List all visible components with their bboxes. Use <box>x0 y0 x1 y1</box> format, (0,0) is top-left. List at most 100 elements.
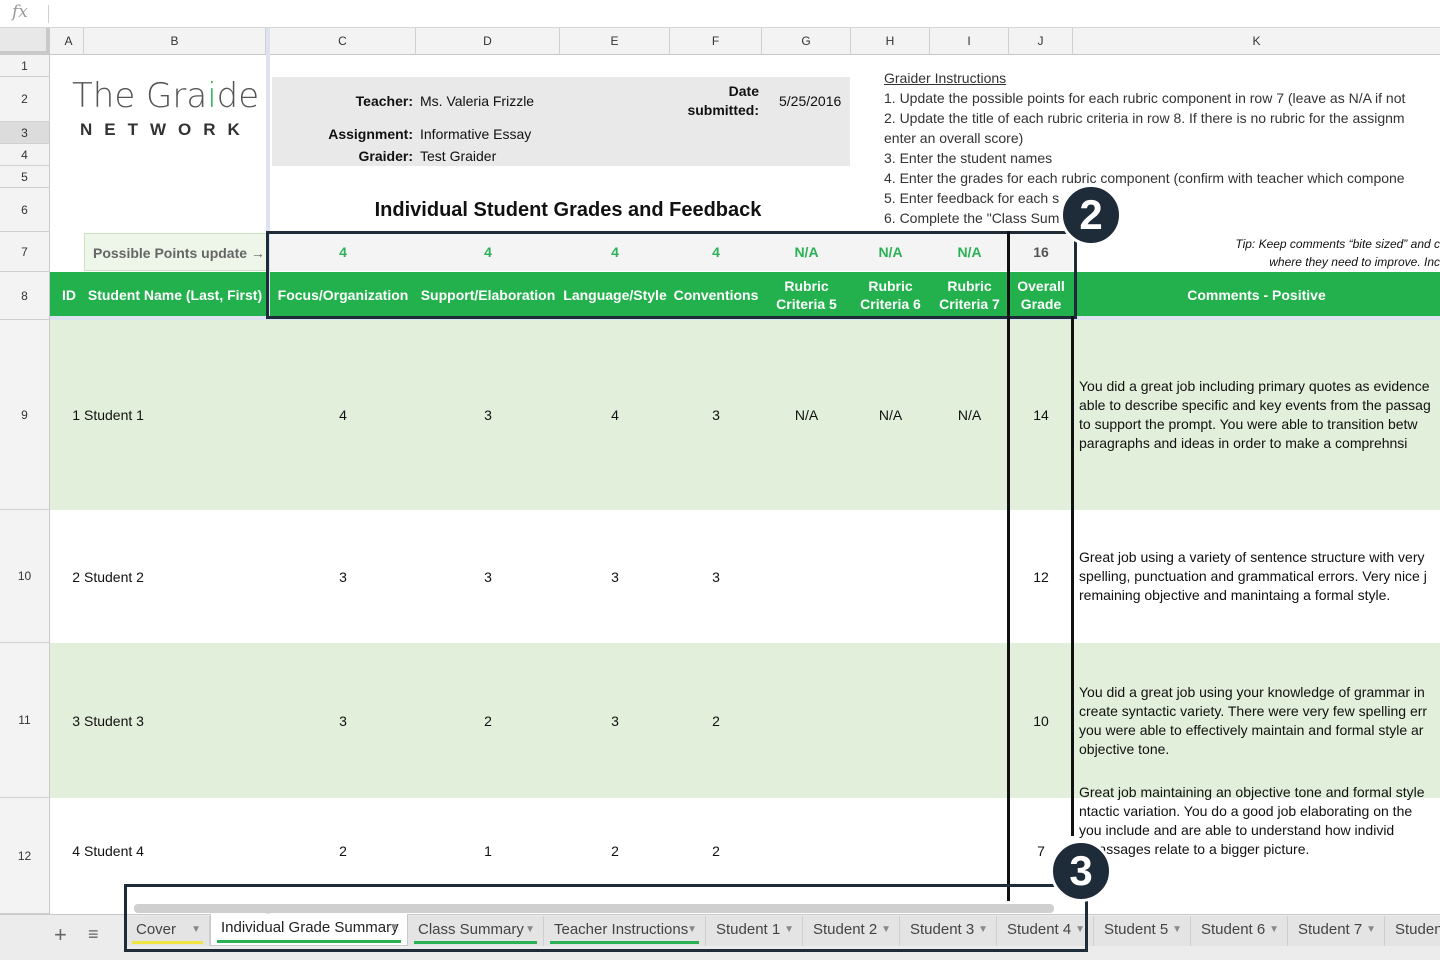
tab-menu-chevron-icon[interactable]: ▼ <box>1269 916 1279 944</box>
cell-e[interactable]: 3 <box>560 510 670 643</box>
cell-e[interactable]: 4 <box>560 320 670 510</box>
assignment-label: Assignment: <box>328 126 413 142</box>
cell-d[interactable]: 2 <box>416 643 560 798</box>
cell-e[interactable]: 3 <box>560 643 670 798</box>
cell-g[interactable] <box>762 510 851 643</box>
column-header-d[interactable]: D <box>416 28 560 55</box>
column-header-j[interactable]: J <box>1009 28 1073 55</box>
row-header-1[interactable]: 1 <box>0 55 50 77</box>
header-student-name[interactable]: Student Name (Last, First) <box>84 272 266 317</box>
column-header-b[interactable]: B <box>84 28 266 55</box>
comment-line: able to describe specific and key events… <box>1079 397 1431 413</box>
sheet-tab[interactable]: Student <box>1385 916 1440 946</box>
column-header-h[interactable]: H <box>851 28 930 55</box>
cell-name[interactable]: Student 2 <box>84 510 266 643</box>
annotation-badge-3: 3 <box>1050 840 1112 902</box>
sheet-tab[interactable]: Student 7 ▼ <box>1288 916 1385 946</box>
annotation-line <box>1007 231 1010 901</box>
cell-id[interactable]: 1 <box>54 320 84 510</box>
cell-comment-positive[interactable]: You did a great job using your knowledge… <box>1079 683 1440 759</box>
annotation-line <box>1071 316 1074 836</box>
cell-h[interactable] <box>851 510 930 643</box>
date-value[interactable]: 5/25/2016 <box>779 93 841 109</box>
all-sheets-icon[interactable]: ≡ <box>88 924 99 945</box>
column-header-f[interactable]: F <box>670 28 762 55</box>
cell-id[interactable]: 4 <box>54 798 84 904</box>
comment-line: create syntactic variety. There were ver… <box>1079 702 1428 719</box>
instructions-heading: Graider Instructions <box>884 70 1007 86</box>
sheet-title: Individual Student Grades and Feedback <box>374 199 762 221</box>
comment-line: objective tone. <box>1079 740 1170 757</box>
graide-logo: The Graide <box>72 76 260 116</box>
row-header-2[interactable]: 2 <box>0 77 50 122</box>
cell-c[interactable]: 4 <box>270 320 416 510</box>
column-header-i[interactable]: I <box>930 28 1009 55</box>
column-header-g[interactable]: G <box>762 28 851 55</box>
sheet-tab-label: Student 7 <box>1298 921 1363 938</box>
column-header-c[interactable]: C <box>270 28 416 55</box>
date-label-line2: submitted: <box>687 102 759 118</box>
cell-comment-positive[interactable]: You did a great job including primary qu… <box>1079 377 1440 453</box>
annotation-box-3 <box>124 884 1088 952</box>
row-header-9[interactable]: 9 <box>0 320 50 510</box>
sheet-tab[interactable]: Student 6 ▼ <box>1191 916 1288 946</box>
cell-i[interactable] <box>930 643 1009 798</box>
cell-h[interactable] <box>851 643 930 798</box>
tab-menu-chevron-icon[interactable]: ▼ <box>1172 916 1182 944</box>
row-header-6[interactable]: 6 <box>0 188 50 232</box>
teacher-value[interactable]: Ms. Valeria Frizzle <box>420 93 534 109</box>
instruction-line: 2. Update the title of each rubric crite… <box>884 110 1405 126</box>
row-header-3[interactable]: 3 <box>0 122 50 144</box>
select-all-corner[interactable] <box>0 28 50 55</box>
tab-menu-chevron-icon[interactable]: ▼ <box>1366 916 1376 944</box>
row-header-8[interactable]: 8 <box>0 272 50 320</box>
header-comments-positive[interactable]: Comments - Positive <box>1073 272 1440 317</box>
column-header-k[interactable]: K <box>1073 28 1440 55</box>
cell-comment-positive[interactable]: Great job using a variety of sentence st… <box>1079 548 1440 605</box>
possible-points-label: Possible Points update → <box>84 233 268 271</box>
comment-line: to support the prompt. You were able to … <box>1079 416 1418 432</box>
cell-name[interactable]: Student 1 <box>84 320 266 510</box>
tip-text: Tip: Keep comments “bite sized” and c wh… <box>1100 235 1440 271</box>
cell-g[interactable] <box>762 643 851 798</box>
cell-id[interactable]: 3 <box>54 643 84 798</box>
row-header-5[interactable]: 5 <box>0 166 50 188</box>
cell-j[interactable]: 10 <box>1009 643 1073 798</box>
cell-f[interactable]: 2 <box>670 643 762 798</box>
cell-h[interactable]: N/A <box>851 320 930 510</box>
annotation-badge-2: 2 <box>1060 184 1122 246</box>
column-header-e[interactable]: E <box>560 28 670 55</box>
comment-line: Great job maintaining an objective tone … <box>1079 784 1425 800</box>
assignment-value[interactable]: Informative Essay <box>420 126 531 142</box>
cell-d[interactable]: 3 <box>416 320 560 510</box>
row-header-11[interactable]: 11 <box>0 643 50 798</box>
grader-value[interactable]: Test Graider <box>420 148 496 164</box>
cell-comment-positive[interactable]: Great job maintaining an objective tone … <box>1079 783 1440 859</box>
cell-i[interactable] <box>930 510 1009 643</box>
cell-f[interactable]: 3 <box>670 320 762 510</box>
cell-name[interactable]: Student 3 <box>84 643 266 798</box>
tip-line: Tip: Keep comments “bite sized” and c <box>1235 237 1440 251</box>
cell-c[interactable]: 3 <box>270 643 416 798</box>
row-header-7[interactable]: 7 <box>0 232 50 272</box>
formula-bar[interactable] <box>0 0 1440 28</box>
sheet-tab[interactable]: Student 5 ▼ <box>1094 916 1191 946</box>
comment-line: remaining objective and manintaing a for… <box>1079 587 1391 603</box>
comment-line: ntactic variation. You do a good job ela… <box>1079 803 1413 819</box>
cell-id[interactable]: 2 <box>54 510 84 643</box>
cell-c[interactable]: 3 <box>270 510 416 643</box>
row-header-12[interactable]: 12 <box>0 798 50 914</box>
row-header-4[interactable]: 4 <box>0 144 50 166</box>
row-header-10[interactable]: 10 <box>0 510 50 643</box>
column-header-a[interactable]: A <box>54 28 84 55</box>
cell-g[interactable]: N/A <box>762 320 851 510</box>
cell-j[interactable]: 14 <box>1009 320 1073 510</box>
cell-j[interactable]: 12 <box>1009 510 1073 643</box>
cell-d[interactable]: 3 <box>416 510 560 643</box>
date-label-line1: Date <box>728 83 759 99</box>
cell-i[interactable]: N/A <box>930 320 1009 510</box>
add-sheet-icon[interactable]: + <box>54 922 67 948</box>
comment-line: Great job using a variety of sentence st… <box>1079 549 1425 565</box>
header-id[interactable]: ID <box>54 272 84 317</box>
cell-f[interactable]: 3 <box>670 510 762 643</box>
